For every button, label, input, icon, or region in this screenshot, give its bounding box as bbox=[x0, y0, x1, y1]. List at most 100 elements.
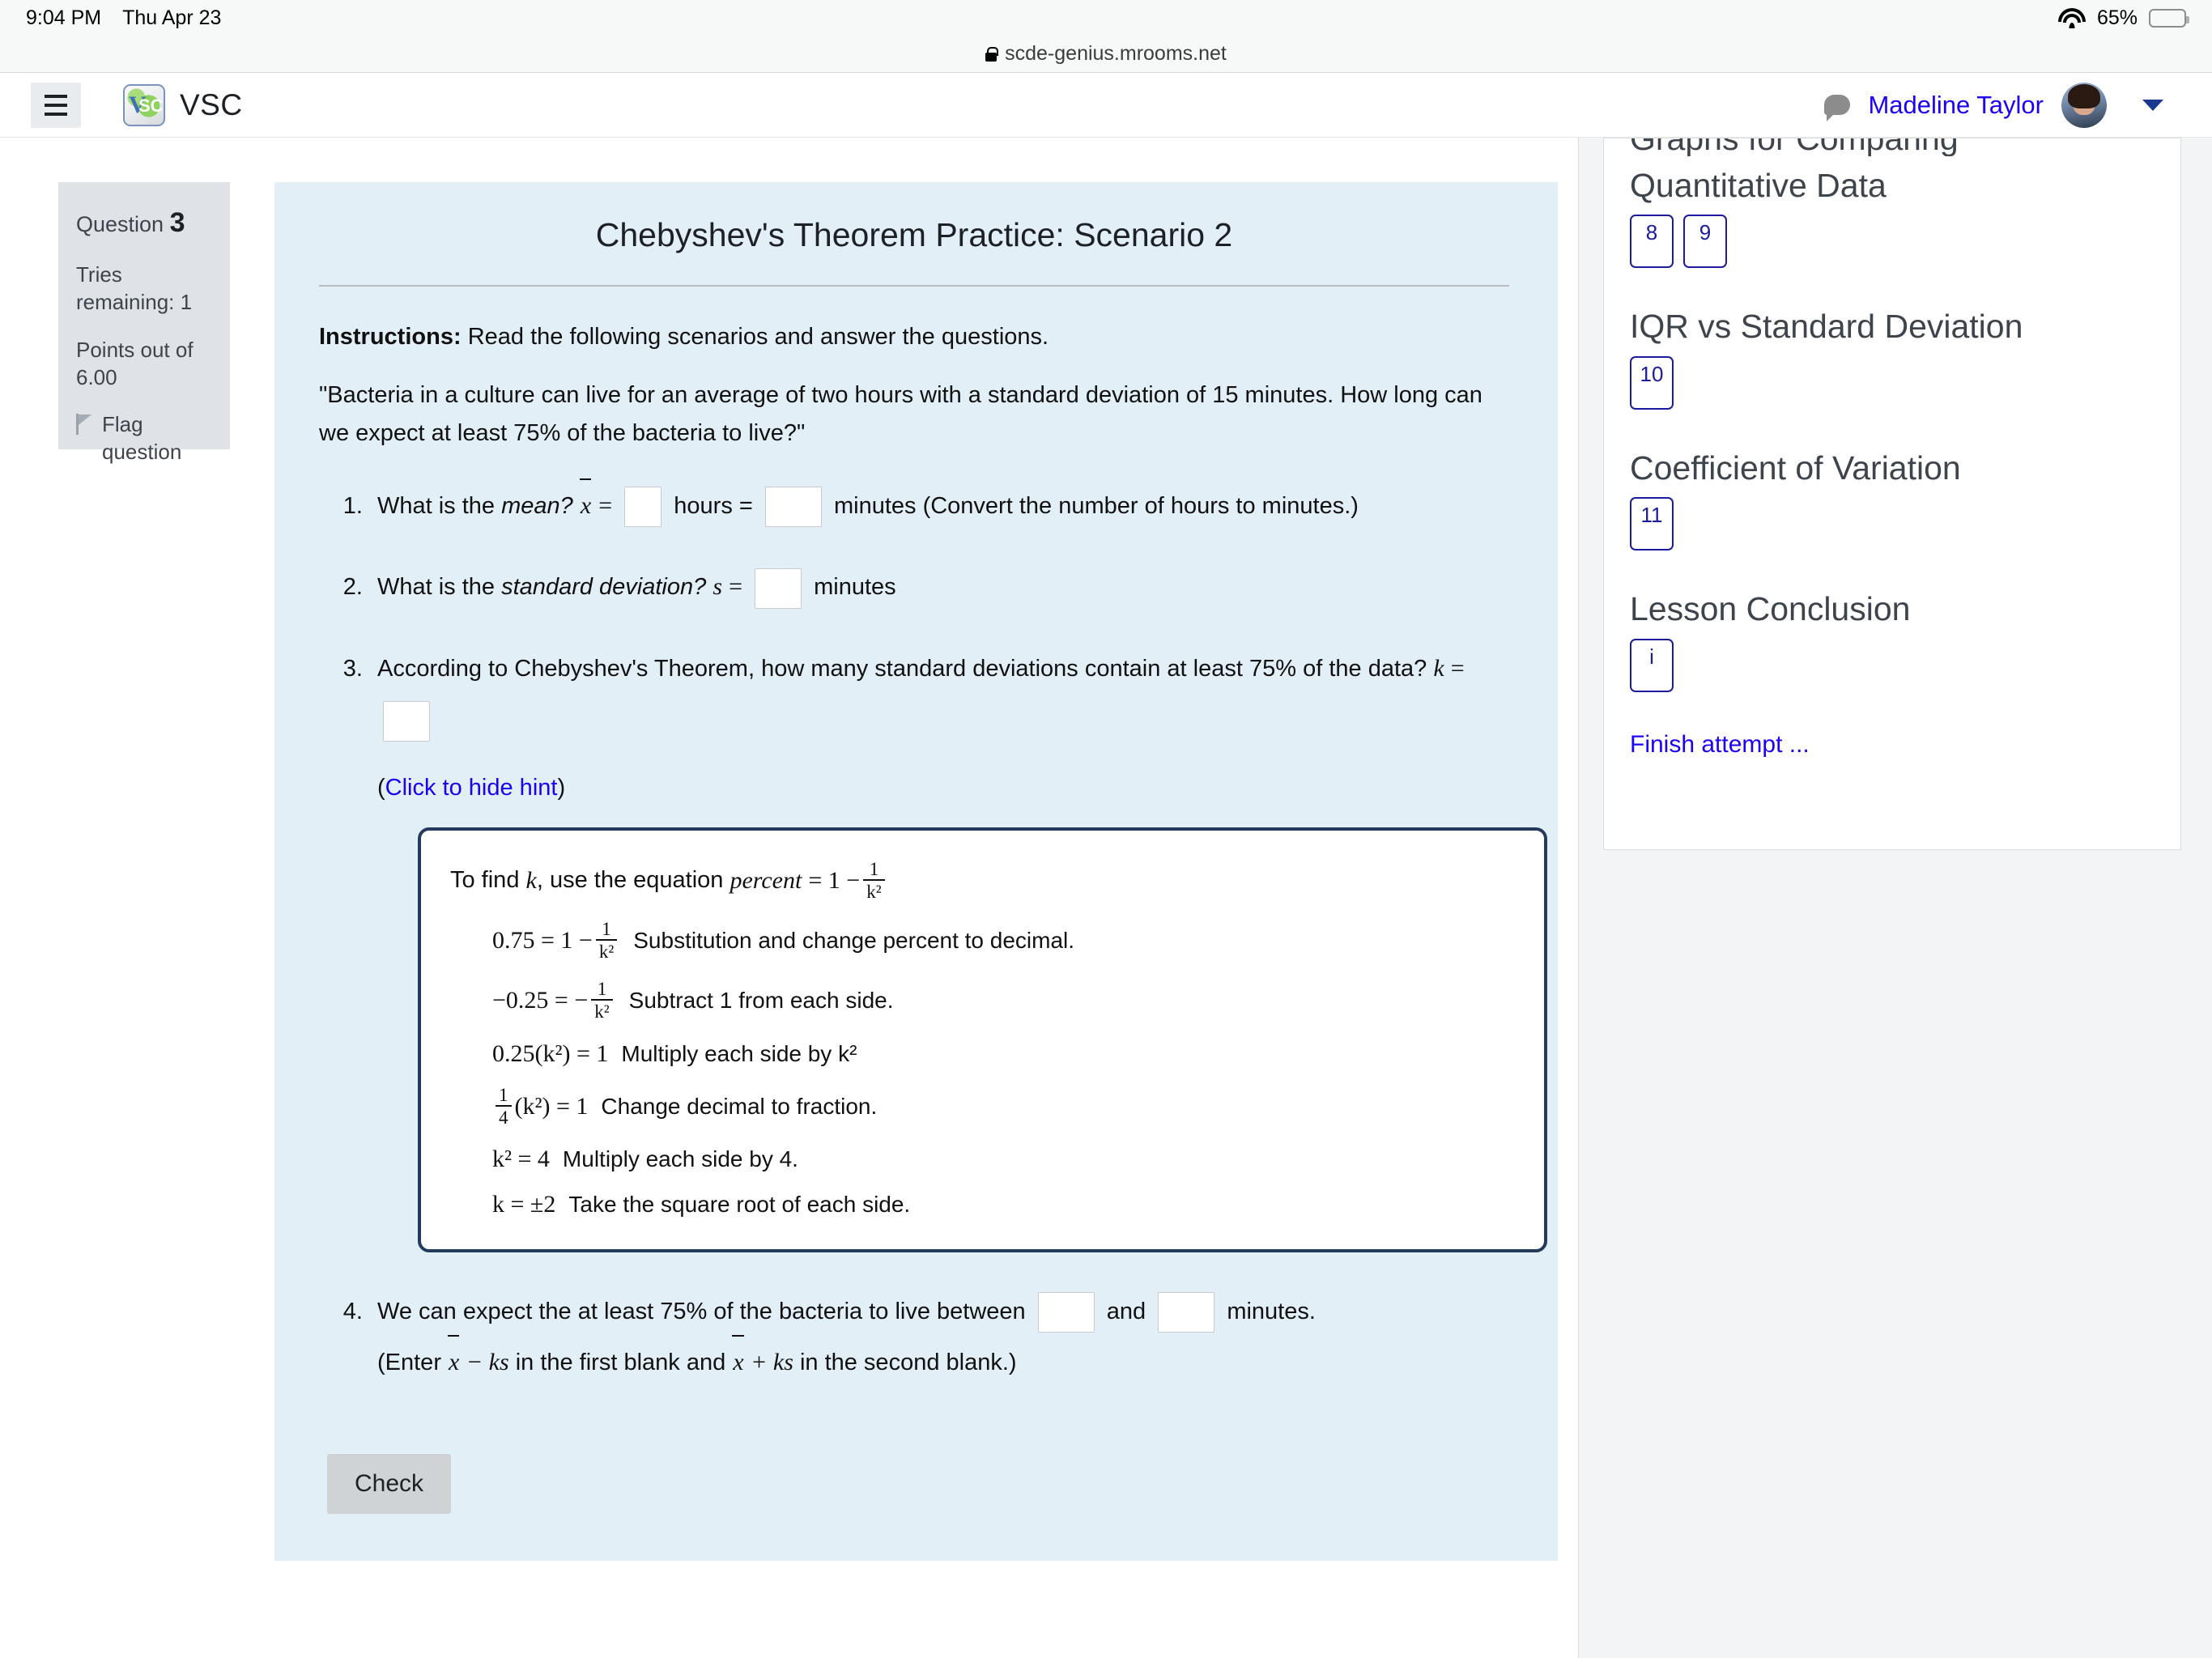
hint-line-4-frac-num: 1 bbox=[499, 1084, 508, 1105]
hint-line-2-frac-den: k² bbox=[591, 999, 613, 1022]
nav-question-button[interactable]: 8 bbox=[1630, 215, 1674, 269]
item4-note-expr2: x + ks bbox=[732, 1335, 793, 1375]
item4-text-after: minutes. bbox=[1227, 1298, 1316, 1324]
nav-section-title-iqr: IQR vs Standard Deviation bbox=[1630, 308, 2023, 346]
answer-input-std-dev[interactable] bbox=[755, 568, 802, 609]
hint-paren-open: ( bbox=[377, 774, 385, 801]
question-item-3: According to Chebyshev's Theorem, how ma… bbox=[369, 643, 1509, 746]
url-text: scde-genius.mrooms.net bbox=[1005, 42, 1227, 65]
instructions-line: Instructions: Read the following scenari… bbox=[319, 324, 1509, 351]
item2-symbol: s bbox=[713, 573, 723, 601]
quiz-column: Question 3 Tries remaining: 1 Points out… bbox=[0, 138, 1579, 1658]
hint-line-2-explanation: Subtract 1 from each side. bbox=[628, 988, 894, 1014]
hint-line-4-lhs: (k²) = 1 bbox=[514, 1092, 589, 1120]
nav-section-title-graphs-line1: Graphs for Comparing bbox=[1630, 138, 1959, 156]
answer-input-mean-minutes[interactable] bbox=[764, 487, 822, 528]
chat-bubble-icon[interactable] bbox=[1824, 95, 1851, 121]
question-info-panel: Question 3 Tries remaining: 1 Points out… bbox=[58, 182, 230, 464]
browser-url-bar[interactable]: scde-genius.mrooms.net bbox=[0, 36, 2212, 73]
quiz-navigation-column: Graphs for Comparing Quantitative Data 8… bbox=[1579, 138, 2212, 1658]
hint-line-6: k = ±2 Take the square root of each side… bbox=[450, 1191, 1512, 1218]
hint-line-3-lhs: 0.25(k²) = 1 bbox=[492, 1039, 609, 1067]
item2-lead: What is the bbox=[377, 574, 496, 601]
hint-intro-b: , use the equation bbox=[536, 867, 724, 894]
site-navbar: VSC Madeline Taylor bbox=[0, 73, 2212, 138]
nav-question-button[interactable]: 10 bbox=[1630, 355, 1674, 410]
item2-eq: = bbox=[729, 573, 742, 601]
brand-link[interactable]: V SC bbox=[123, 83, 243, 126]
answer-input-k[interactable] bbox=[383, 700, 430, 742]
nav-question-button[interactable]: 11 bbox=[1630, 497, 1674, 551]
scenario-text: "Bacteria in a culture can live for an a… bbox=[319, 382, 1482, 446]
hint-intro-line: To find k, use the equation percent = 1 … bbox=[450, 858, 1512, 902]
nav-info-button[interactable]: i bbox=[1630, 638, 1674, 692]
nav-section-title-cov: Coefficient of Variation bbox=[1630, 449, 1961, 487]
hint-line-4-explanation: Change decimal to fraction. bbox=[601, 1093, 878, 1119]
hint-line-1-lhs: 0.75 = 1 − bbox=[492, 927, 593, 954]
hint-intro-frac-num: 1 bbox=[869, 858, 879, 879]
answer-input-mean-hours[interactable] bbox=[624, 487, 662, 528]
tries-remaining: Tries remaining: 1 bbox=[76, 261, 193, 315]
page-title: Chebyshev's Theorem Practice: Scenario 2 bbox=[595, 216, 1233, 253]
hint-line-2: −0.25 = − 1 k² Subtract 1 from each side… bbox=[450, 980, 1512, 1022]
hint-intro-eq: = 1 − bbox=[808, 866, 861, 894]
status-bar-left: 9:04 PM Thu Apr 23 bbox=[26, 6, 221, 30]
ios-status-bar: 9:04 PM Thu Apr 23 65% bbox=[0, 0, 2212, 36]
hint-line-1-explanation: Substitution and change percent to decim… bbox=[633, 928, 1075, 954]
answer-input-lower-bound[interactable] bbox=[1037, 1292, 1095, 1333]
item1-eq: = bbox=[598, 491, 613, 519]
nav-section-conclusion: Lesson Conclusion i bbox=[1630, 589, 2151, 692]
answer-input-upper-bound[interactable] bbox=[1158, 1292, 1215, 1333]
item4-note-close: in the second blank.) bbox=[799, 1350, 1017, 1376]
hint-intro-a: To find bbox=[450, 867, 520, 894]
item4-note-expr1: x − ks bbox=[448, 1335, 509, 1375]
item4-note-mid: in the first blank and bbox=[515, 1350, 726, 1376]
item2-term: standard deviation? bbox=[501, 574, 707, 601]
hint-line-2-fraction: 1 k² bbox=[591, 979, 613, 1022]
nav-buttons-iqr: 10 bbox=[1630, 355, 2151, 410]
flag-question-button[interactable]: Flag question bbox=[76, 410, 211, 466]
title-divider bbox=[319, 285, 1509, 287]
nav-section-title-graphs: Quantitative Data bbox=[1630, 167, 1887, 204]
status-time: 9:04 PM bbox=[26, 6, 102, 29]
hint-line-6-lhs: k = ±2 bbox=[492, 1190, 556, 1218]
check-button[interactable]: Check bbox=[327, 1453, 452, 1514]
chevron-down-icon[interactable] bbox=[2142, 99, 2163, 111]
hide-hint-link[interactable]: Click to hide hint bbox=[385, 775, 558, 801]
nav-question-button[interactable]: 9 bbox=[1683, 215, 1727, 269]
status-bar-right: 65% bbox=[2057, 6, 2189, 30]
item1-lead: What is the bbox=[377, 492, 496, 519]
points-out-of: Points out of 6.00 bbox=[76, 337, 194, 389]
question-content: Chebyshev's Theorem Practice: Scenario 2… bbox=[274, 182, 1558, 1561]
instructions-label: Instructions: bbox=[319, 324, 462, 350]
hint-line-4: 1 4 (k²) = 1 Change decimal to fraction. bbox=[450, 1084, 1512, 1128]
flag-question-label: Flag question bbox=[102, 412, 182, 465]
user-name-link[interactable]: Madeline Taylor bbox=[1868, 91, 2044, 120]
hint-intro-k: k bbox=[525, 866, 537, 894]
item1-symbol: x bbox=[579, 478, 592, 533]
vsc-logo-icon bbox=[123, 83, 165, 126]
hint-line-2-frac-num: 1 bbox=[597, 979, 607, 1000]
lock-icon bbox=[985, 46, 999, 62]
item4-text-mid: and bbox=[1106, 1298, 1146, 1324]
hint-line-5-lhs: k² = 4 bbox=[492, 1145, 550, 1172]
item3-eq: = bbox=[1450, 654, 1465, 682]
item1-unit2: minutes (Convert the number of hours to … bbox=[833, 492, 1359, 519]
item1-unit1: hours = bbox=[674, 492, 753, 519]
avatar[interactable] bbox=[2061, 82, 2107, 128]
item3-symbol: k bbox=[1433, 654, 1444, 682]
navbar-user-area: Madeline Taylor bbox=[1824, 82, 2181, 128]
hint-line-1: 0.75 = 1 − 1 k² Substitution and change … bbox=[450, 919, 1512, 962]
finish-attempt-link[interactable]: Finish attempt ... bbox=[1630, 731, 1810, 758]
hint-line-1-frac-den: k² bbox=[595, 939, 618, 962]
nav-buttons-conclusion: i bbox=[1630, 638, 2151, 692]
hint-line-4-frac-den: 4 bbox=[496, 1104, 512, 1128]
item4-note-open: (Enter bbox=[377, 1350, 441, 1376]
hamburger-menu-icon[interactable] bbox=[31, 82, 81, 128]
hint-line-3-explanation: Multiply each side by k² bbox=[621, 1040, 857, 1066]
hint-toggle-row: (Click to hide hint) bbox=[377, 775, 1509, 801]
flag-icon bbox=[76, 414, 94, 436]
question-items-continued: We can expect the at least 75% of the ba… bbox=[319, 1286, 1509, 1389]
nav-section-graphs: Graphs for Comparing Quantitative Data 8… bbox=[1630, 138, 2151, 269]
nav-section-iqr: IQR vs Standard Deviation 10 bbox=[1630, 307, 2151, 410]
